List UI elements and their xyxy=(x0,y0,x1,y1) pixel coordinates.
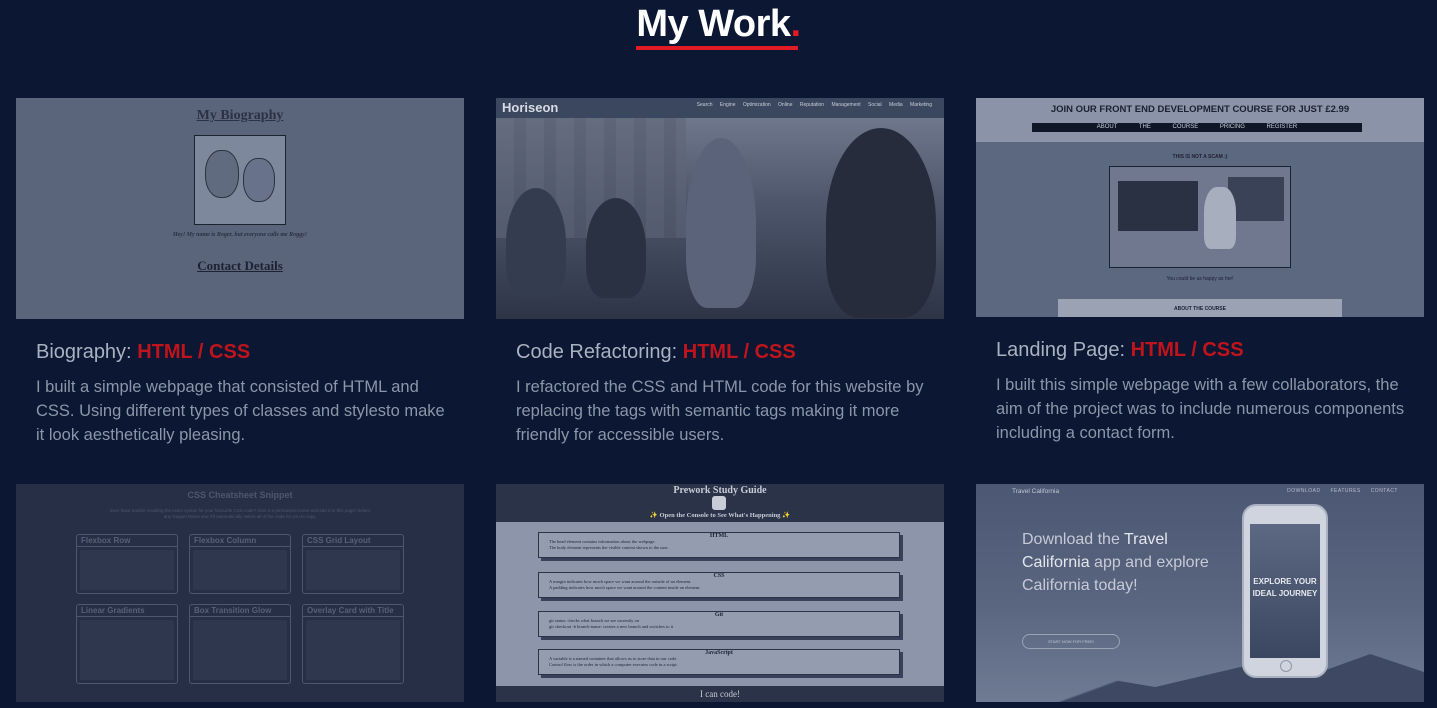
preview-links: Search Engine Optimization Online Reputa… xyxy=(696,102,932,108)
section-title: My Work. xyxy=(636,2,802,50)
study-block: CSS A margin indicates how much space we… xyxy=(538,572,900,598)
preview-photo xyxy=(1109,166,1291,268)
project-description-landing-page: I built this simple webpage with a few c… xyxy=(996,376,1405,442)
snippet-box: Box Transition Glow xyxy=(189,604,291,684)
project-description-biography: I built a simple webpage that consisted … xyxy=(36,378,445,444)
project-preview-css-cheatsheet[interactable]: CSS Cheatsheet Snippet Ever have trouble… xyxy=(16,484,464,702)
preview-header: Prework Study Guide ✨ Open the Console t… xyxy=(496,484,944,522)
preview-headline: Download the Travel California app and e… xyxy=(1022,531,1209,594)
preview-cta-button: START NOW FOR FREE! xyxy=(1022,634,1120,649)
phone-mockup: EXPLORE YOUR IDEAL JOURNEY xyxy=(1242,504,1328,678)
project-description-code-refactoring: I refactored the CSS and HTML code for t… xyxy=(516,378,924,444)
study-block: Git git status: checks what branch we ar… xyxy=(538,611,900,637)
project-tech: HTML / CSS xyxy=(1130,339,1244,361)
preview-nav: ABOUT THE COURSE PRICING REGISTER xyxy=(1032,123,1362,132)
preview-logo: Horiseon xyxy=(502,100,559,115)
project-title-landing-page: Landing Page: HTML / CSS xyxy=(996,339,1244,361)
project-preview-landing-page[interactable]: JOIN OUR FRONT END DEVELOPMENT COURSE FO… xyxy=(976,98,1424,317)
preview-caption: Hey! My name is Roger, but everyone call… xyxy=(172,232,308,238)
section-header: My Work. xyxy=(0,2,1437,50)
project-tech: HTML / CSS xyxy=(682,341,796,363)
snippet-box: Linear Gradients xyxy=(76,604,178,684)
preview-nav: DOWNLOAD FEATURES CONTACT xyxy=(1287,488,1398,494)
title-dot: . xyxy=(790,3,802,45)
preview-photo xyxy=(496,118,944,319)
title-underline xyxy=(636,46,799,50)
preview-headline: JOIN OUR FRONT END DEVELOPMENT COURSE FO… xyxy=(1050,104,1350,115)
preview-brand: Travel California xyxy=(1012,488,1060,495)
preview-nav: Horiseon Search Engine Optimization Onli… xyxy=(496,98,944,118)
project-title-code-refactoring: Code Refactoring: HTML / CSS xyxy=(516,341,796,363)
preview-button: ABOUT THE COURSE xyxy=(1058,299,1342,317)
preview-header: JOIN OUR FRONT END DEVELOPMENT COURSE FO… xyxy=(976,98,1424,142)
snippet-box: Overlay Card with Title xyxy=(302,604,404,684)
project-tech: HTML / CSS xyxy=(137,341,251,363)
phone-screen-text: EXPLORE YOUR IDEAL JOURNEY xyxy=(1252,577,1318,598)
snippet-box: Flexbox Row xyxy=(76,534,178,594)
project-preview-biography[interactable]: My Biography Hey! My name is Roger, but … xyxy=(16,98,464,319)
preview-subheading: THIS IS NOT A SCAM :) xyxy=(1172,154,1228,160)
preview-title: CSS Cheatsheet Snippet xyxy=(187,490,293,500)
preview-subtitle: Ever have trouble recalling the exact sy… xyxy=(110,508,370,519)
snippet-box: CSS Grid Layout xyxy=(302,534,404,594)
study-block: JavaScript A variable is a named contain… xyxy=(538,649,900,675)
preview-title: My Biography xyxy=(196,108,284,123)
profile-photo xyxy=(194,135,286,225)
project-title-biography: Biography: HTML / CSS xyxy=(36,341,251,363)
snippet-box: Flexbox Column xyxy=(189,534,291,594)
preview-caption: You could be as happy as her! xyxy=(1166,276,1234,282)
project-preview-travel-california[interactable]: Travel California DOWNLOAD FEATURES CONT… xyxy=(976,484,1424,702)
project-preview-code-refactoring[interactable]: Horiseon Search Engine Optimization Onli… xyxy=(496,98,944,319)
preview-subtitle: ✨ Open the Console to See What's Happeni… xyxy=(649,512,791,519)
phone-home-button xyxy=(1280,660,1292,672)
brain-icon xyxy=(712,496,726,510)
preview-title: Prework Study Guide xyxy=(673,485,767,496)
mountain-graphic xyxy=(976,654,1424,702)
study-block: HTML The head element contains informati… xyxy=(538,532,900,558)
project-preview-prework-study-guide[interactable]: Prework Study Guide ✨ Open the Console t… xyxy=(496,484,944,702)
preview-footer: I can code! xyxy=(496,686,944,702)
preview-contact-heading: Contact Details xyxy=(197,258,283,273)
